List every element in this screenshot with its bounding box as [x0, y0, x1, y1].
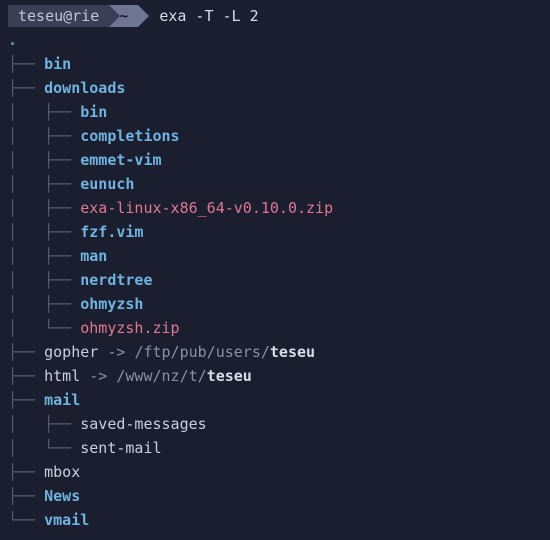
entry-name: man: [80, 244, 107, 268]
symlink-target: teseu: [207, 364, 252, 388]
tree-row: │ ├── nerdtree: [8, 268, 542, 292]
tree-branch: │ └──: [8, 316, 80, 340]
tree-branch: │ ├──: [8, 412, 80, 436]
tree-root: .: [8, 28, 542, 52]
symlink-path: /ftp/pub/users/: [134, 340, 269, 364]
entry-name: News: [44, 484, 80, 508]
entry-name: exa-linux-x86_64-v0.10.0.zip: [80, 196, 333, 220]
tree-row: │ ├── saved-messages: [8, 412, 542, 436]
tree-branch: │ ├──: [8, 124, 80, 148]
entry-name: fzf.vim: [80, 220, 143, 244]
command-text: exa -T -L 2: [159, 4, 258, 28]
symlink-target: teseu: [270, 340, 315, 364]
tree-row: │ ├── bin: [8, 100, 542, 124]
entry-name: saved-messages: [80, 412, 206, 436]
tree-row: │ ├── man: [8, 244, 542, 268]
tree-branch: │ ├──: [8, 172, 80, 196]
tree-branch: │ ├──: [8, 148, 80, 172]
tree-branch: ├──: [8, 340, 44, 364]
tree-branch: │ └──: [8, 436, 80, 460]
entry-name: sent-mail: [80, 436, 161, 460]
tree-row: ├── mail: [8, 388, 542, 412]
tree-row: │ ├── emmet-vim: [8, 148, 542, 172]
tree-row: ├── bin: [8, 52, 542, 76]
chevron-icon: [138, 5, 149, 27]
tree-row: │ ├── eunuch: [8, 172, 542, 196]
tree-row: ├── html -> /www/nz/t/teseu: [8, 364, 542, 388]
entry-name: nerdtree: [80, 268, 152, 292]
tree-row: ├── downloads: [8, 76, 542, 100]
tree-branch: ├──: [8, 52, 44, 76]
entry-name: mbox: [44, 460, 80, 484]
file-tree: ├── bin├── downloads│ ├── bin│ ├── compl…: [8, 52, 542, 532]
tree-branch: ├──: [8, 76, 44, 100]
entry-name: completions: [80, 124, 179, 148]
entry-name: bin: [44, 52, 71, 76]
tree-branch: ├──: [8, 460, 44, 484]
chevron-icon: [109, 5, 120, 27]
prompt-userhost: teseu@rie: [8, 5, 109, 27]
tree-branch: └──: [8, 508, 44, 532]
terminal: teseu@rie ~ exa -T -L 2 . ├── bin├── dow…: [0, 0, 550, 540]
symlink-arrow: ->: [80, 364, 116, 388]
tree-row: │ └── sent-mail: [8, 436, 542, 460]
entry-name: eunuch: [80, 172, 134, 196]
tree-branch: │ ├──: [8, 220, 80, 244]
entry-name: gopher: [44, 340, 98, 364]
entry-name: mail: [44, 388, 80, 412]
tree-branch: ├──: [8, 484, 44, 508]
tree-row: └── vmail: [8, 508, 542, 532]
tree-row: ├── mbox: [8, 460, 542, 484]
tree-row: │ ├── fzf.vim: [8, 220, 542, 244]
tree-branch: │ ├──: [8, 292, 80, 316]
tree-row: │ └── ohmyzsh.zip: [8, 316, 542, 340]
entry-name: vmail: [44, 508, 89, 532]
symlink-arrow: ->: [98, 340, 134, 364]
symlink-path: /www/nz/t/: [116, 364, 206, 388]
tree-row: │ ├── exa-linux-x86_64-v0.10.0.zip: [8, 196, 542, 220]
tree-branch: │ ├──: [8, 100, 80, 124]
tree-branch: │ ├──: [8, 244, 80, 268]
tree-branch: ├──: [8, 388, 44, 412]
entry-name: emmet-vim: [80, 148, 161, 172]
entry-name: ohmyzsh.zip: [80, 316, 179, 340]
tree-row: ├── gopher -> /ftp/pub/users/teseu: [8, 340, 542, 364]
entry-name: downloads: [44, 76, 125, 100]
tree-row: │ ├── ohmyzsh: [8, 292, 542, 316]
entry-name: bin: [80, 100, 107, 124]
tree-branch: │ ├──: [8, 268, 80, 292]
tree-branch: │ ├──: [8, 196, 80, 220]
entry-name: ohmyzsh: [80, 292, 143, 316]
tree-row: ├── News: [8, 484, 542, 508]
entry-name: html: [44, 364, 80, 388]
prompt-line: teseu@rie ~ exa -T -L 2: [8, 4, 542, 28]
tree-row: │ ├── completions: [8, 124, 542, 148]
tree-branch: ├──: [8, 364, 44, 388]
